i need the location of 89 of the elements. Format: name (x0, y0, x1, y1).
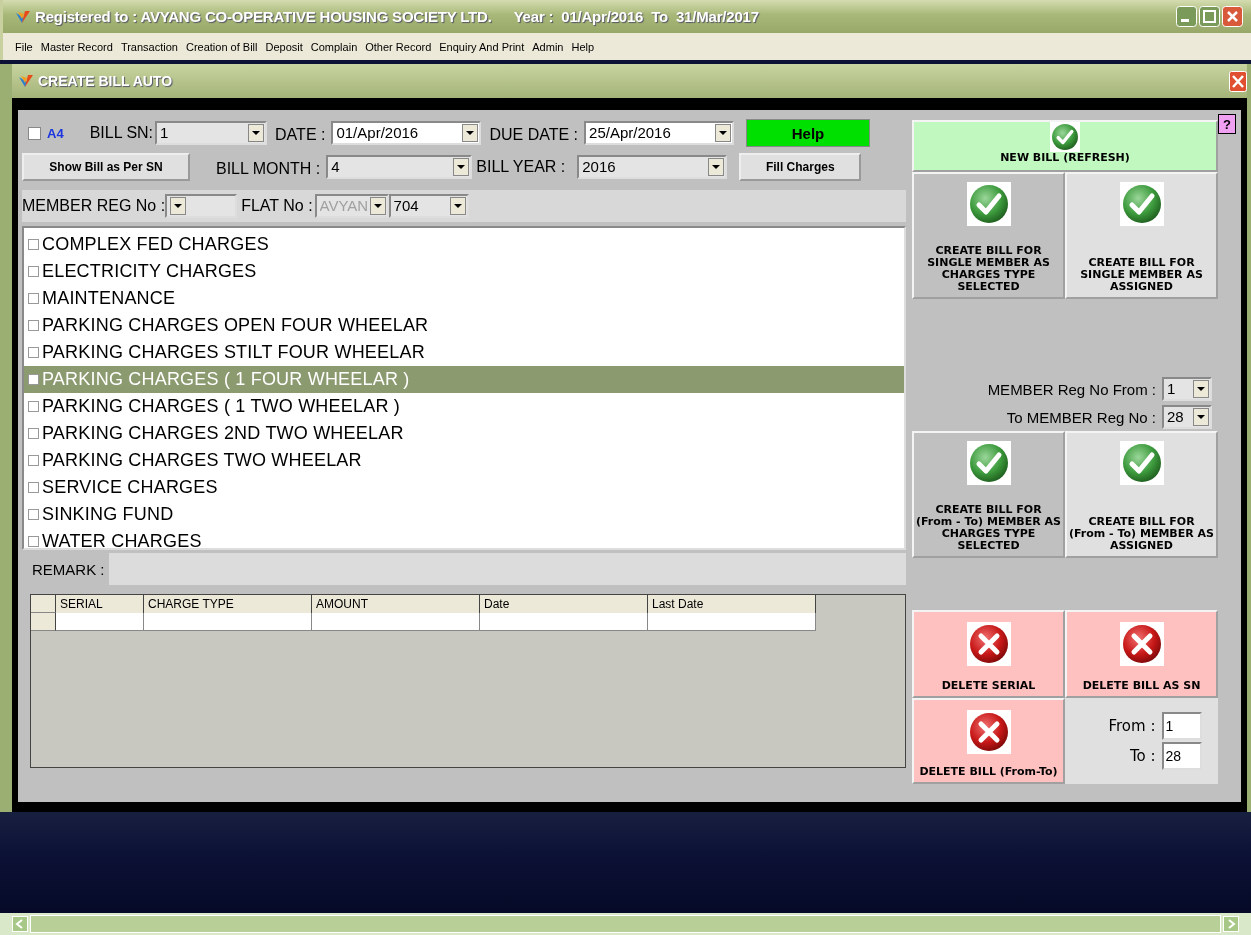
help-button[interactable]: ? (1218, 114, 1236, 134)
flat-no-dropdown[interactable]: 704 (388, 194, 469, 218)
menu-item[interactable]: Admin (532, 40, 564, 53)
date-label: DATE : (275, 126, 326, 144)
action-button[interactable]: CREATE BILL FOR SINGLE MEMBER AS ASSIGNED (1065, 172, 1218, 299)
action-button[interactable]: DELETE BILL AS SN (1065, 610, 1218, 698)
fill-charges-button[interactable]: Fill Charges (739, 153, 862, 181)
column-header[interactable]: AMOUNT (312, 595, 480, 613)
member-to-label: To MEMBER Reg No : (1006, 408, 1156, 426)
menu-item[interactable]: Help (571, 40, 595, 53)
menu-item[interactable]: Other Record (365, 40, 432, 53)
flat-no-label: FLAT No : (241, 197, 313, 215)
bill-year-label: BILL YEAR : (476, 158, 566, 176)
close-icon (1229, 70, 1247, 92)
year-label: Year : 01/Apr/2016 To 31/Mar/2017 (513, 8, 759, 25)
close-icon (966, 622, 1011, 666)
column-header[interactable]: Date (480, 595, 648, 613)
table-cell[interactable] (480, 613, 648, 631)
child-window-title: CREATE BILL AUTO (38, 73, 173, 89)
table-cell[interactable] (56, 613, 144, 631)
remark-label: REMARK : (32, 560, 105, 578)
member-reg-dropdown[interactable] (165, 194, 238, 218)
column-header[interactable]: CHARGE TYPE (144, 595, 312, 613)
help-button[interactable]: Help (746, 119, 871, 147)
bill-year-dropdown[interactable]: 2016 (577, 155, 728, 179)
show-bill-button[interactable]: Show Bill as Per SN (22, 153, 190, 181)
minimize-icon (1176, 6, 1197, 27)
delete-to-label: To : (1128, 747, 1156, 765)
charge-item[interactable]: WATER CHARGES (24, 528, 904, 555)
action-button[interactable]: CREATE BILL FOR (From - To) MEMBER AS ASSIGNED (1065, 431, 1218, 558)
close-icon (1119, 622, 1164, 666)
charge-item[interactable]: SINKING FUND (24, 501, 904, 528)
due-date-label: DUE DATE : (489, 126, 579, 144)
member-from-dropdown[interactable]: 1 (1162, 377, 1212, 401)
table-cell[interactable] (312, 613, 480, 631)
check-icon (966, 182, 1011, 226)
logo-icon (15, 8, 31, 25)
delete-from-field[interactable]: 1 (1161, 712, 1202, 740)
charge-item[interactable]: SERVICE CHARGES (24, 474, 904, 501)
bill-sn-label: BILL SN: (89, 124, 154, 142)
check-icon (1119, 441, 1164, 485)
action-button[interactable]: CREATE BILL FOR SINGLE MEMBER AS CHARGES TYPE SELECTED (912, 172, 1065, 299)
table-cell[interactable] (648, 613, 816, 631)
delete-to-field[interactable]: 28 (1161, 742, 1202, 770)
window-title: Registered to : AVYANG CO-OPERATIVE HOUSING SOCIETY LTD. (35, 8, 492, 25)
row-header-cell[interactable] (31, 613, 56, 631)
menu-item[interactable]: Transaction (120, 40, 178, 53)
member-from-label: MEMBER Reg No From : (987, 380, 1156, 398)
member-reg-label: MEMBER REG No : (22, 197, 166, 215)
close-icon (966, 710, 1011, 754)
table-cell[interactable] (144, 613, 312, 631)
column-header[interactable]: Last Date (648, 595, 816, 613)
check-icon (1050, 122, 1080, 152)
bill-sn-dropdown[interactable]: 1 (155, 121, 268, 145)
horizontal-scrollbar[interactable] (0, 913, 1251, 935)
menu-item[interactable]: File (15, 40, 33, 53)
charge-item[interactable]: PARKING CHARGES ( 1 TWO WHEELAR ) (24, 393, 904, 420)
logo-icon (18, 73, 34, 89)
charge-item[interactable]: PARKING CHARGES OPEN FOUR WHEELAR (24, 312, 904, 339)
check-icon (966, 441, 1011, 485)
check-icon (1119, 182, 1164, 226)
menu-item[interactable]: Master Record (40, 40, 113, 53)
menu-item[interactable]: Deposit (265, 40, 303, 53)
delete-from-label: From : (1107, 717, 1156, 735)
action-button[interactable]: CREATE BILL FOR (From - To) MEMBER AS CHARGES TYPE SELECTED (912, 431, 1065, 558)
maximize-icon (1199, 6, 1220, 27)
menu-item[interactable]: Creation of Bill (185, 40, 258, 53)
charge-item[interactable]: PARKING CHARGES TWO WHEELAR (24, 447, 904, 474)
date-dropdown[interactable]: 01/Apr/2016 (331, 121, 482, 145)
a4-label: A4 (47, 125, 64, 141)
due-date-dropdown[interactable]: 25/Apr/2016 (584, 121, 735, 145)
column-header[interactable]: SERIAL (56, 595, 144, 613)
action-button[interactable]: DELETE BILL (From-To) (912, 698, 1065, 784)
action-button[interactable]: NEW BILL (REFRESH) (912, 120, 1218, 172)
menu-item[interactable]: Complain (310, 40, 358, 53)
checkbox[interactable] (28, 126, 41, 140)
action-button[interactable]: DELETE SERIAL (912, 610, 1065, 698)
charge-item[interactable]: MAINTENANCE (24, 285, 904, 312)
close-icon (1222, 6, 1243, 27)
member-to-dropdown[interactable]: 28 (1162, 405, 1212, 429)
bill-month-label: BILL MONTH : (216, 160, 321, 178)
menu-item[interactable]: Enquiry And Print (439, 40, 525, 53)
charge-item[interactable]: PARKING CHARGES STILT FOUR WHEELAR (24, 339, 904, 366)
remark-field[interactable] (108, 553, 906, 585)
charge-item[interactable]: COMPLEX FED CHARGES (24, 231, 904, 258)
charge-item[interactable]: ELECTRICITY CHARGES (24, 258, 904, 285)
charge-item[interactable]: PARKING CHARGES 2ND TWO WHEELAR (24, 420, 904, 447)
bill-month-dropdown[interactable]: 4 (326, 155, 473, 179)
scroll-thumb[interactable] (30, 915, 1221, 933)
